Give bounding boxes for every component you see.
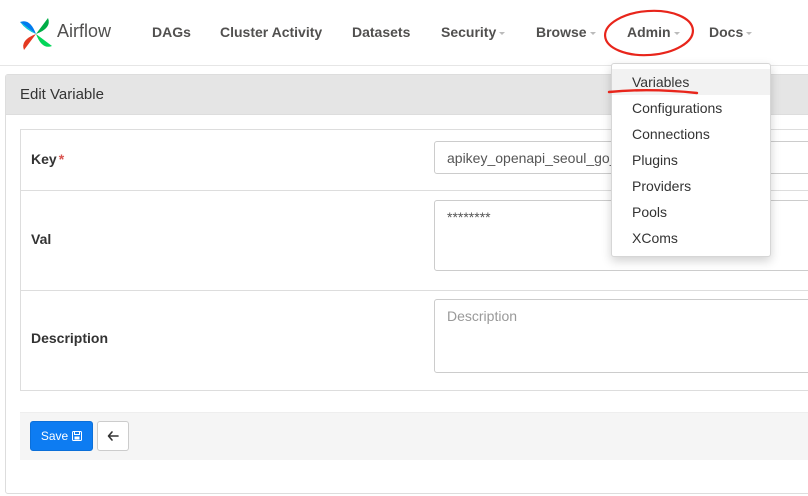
description-label: Description	[31, 330, 109, 346]
nav-browse[interactable]: Browse	[536, 24, 596, 40]
chevron-down-icon	[746, 31, 753, 35]
nav-admin[interactable]: Admin	[627, 24, 680, 40]
nav-docs-label: Docs	[709, 24, 744, 40]
nav-security[interactable]: Security	[441, 24, 506, 40]
nav-security-label: Security	[441, 24, 497, 40]
menu-item-providers[interactable]: Providers	[612, 173, 770, 199]
required-marker: *	[58, 151, 65, 167]
chevron-down-icon	[673, 31, 680, 35]
nav-cluster-activity[interactable]: Cluster Activity	[220, 24, 322, 40]
save-icon	[72, 431, 83, 441]
nav-admin-label: Admin	[627, 24, 671, 40]
val-label: Val	[31, 231, 52, 247]
description-textarea[interactable]: Description	[434, 299, 808, 373]
key-label: Key *	[31, 151, 64, 167]
back-button[interactable]	[97, 421, 129, 451]
arrow-left-icon	[107, 431, 119, 441]
save-button[interactable]: Save	[30, 421, 93, 451]
airflow-logo-icon[interactable]	[16, 14, 56, 54]
nav-dags[interactable]: DAGs	[152, 24, 191, 40]
form-actions-bar: Save	[20, 412, 808, 460]
menu-item-xcoms[interactable]: XComs	[612, 225, 770, 251]
chevron-down-icon	[589, 31, 596, 35]
menu-item-connections[interactable]: Connections	[612, 121, 770, 147]
description-placeholder: Description	[447, 308, 518, 324]
brand-name[interactable]: Airflow	[57, 21, 111, 42]
menu-item-configurations[interactable]: Configurations	[612, 95, 770, 121]
menu-item-pools[interactable]: Pools	[612, 199, 770, 225]
form-row-description: Description Description	[21, 291, 808, 391]
chevron-down-icon	[499, 31, 506, 35]
menu-item-variables[interactable]: Variables	[612, 69, 770, 95]
nav-docs[interactable]: Docs	[709, 24, 753, 40]
top-navbar: Airflow DAGs Cluster Activity Datasets S…	[0, 0, 808, 66]
nav-browse-label: Browse	[536, 24, 587, 40]
nav-datasets[interactable]: Datasets	[352, 24, 410, 40]
menu-item-plugins[interactable]: Plugins	[612, 147, 770, 173]
key-label-text: Key	[31, 151, 57, 167]
admin-dropdown-menu: Variables Configurations Connections Plu…	[611, 63, 771, 257]
save-button-label: Save	[40, 429, 69, 443]
